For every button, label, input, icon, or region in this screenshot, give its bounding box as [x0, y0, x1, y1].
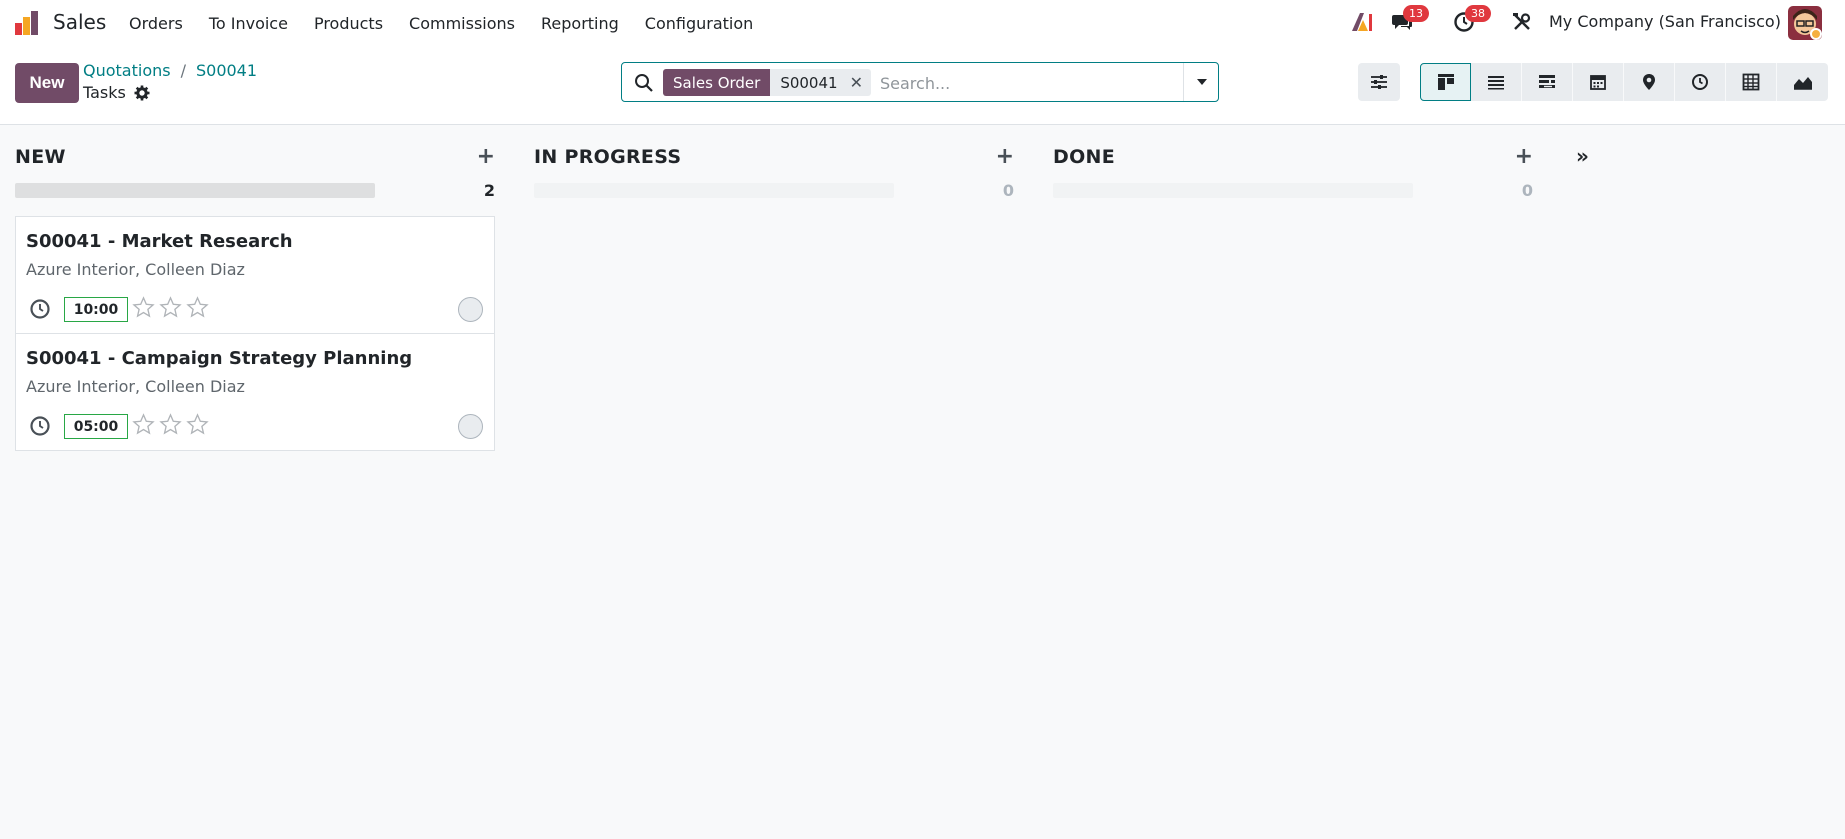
- pivot-table-icon: [1742, 73, 1760, 91]
- activity-clock-icon: [1692, 74, 1708, 90]
- gantt-view-icon: [1539, 75, 1555, 88]
- page-title: Tasks: [83, 83, 126, 102]
- view-graph-button[interactable]: [1777, 63, 1828, 101]
- card-title: S00041 - Campaign Strategy Planning: [26, 348, 413, 369]
- calendar-view-icon: [1590, 75, 1606, 90]
- star-icon[interactable]: [132, 296, 155, 319]
- view-map-button[interactable]: [1624, 63, 1675, 101]
- menu-products[interactable]: Products: [301, 14, 396, 33]
- column-count: 2: [483, 181, 495, 200]
- allocated-hours: 05:00: [64, 414, 128, 439]
- activity-schedule-icon[interactable]: [29, 415, 51, 437]
- priority-stars: [132, 296, 209, 319]
- view-activity-button[interactable]: [1675, 63, 1726, 101]
- column-progress-bar[interactable]: [1053, 183, 1413, 198]
- breadcrumb: Quotations / S00041: [83, 61, 257, 80]
- column-quick-create-button[interactable]: +: [996, 144, 1014, 169]
- column-quick-create-button[interactable]: +: [477, 144, 495, 169]
- menu-to-invoice[interactable]: To Invoice: [196, 14, 301, 33]
- menu-orders[interactable]: Orders: [116, 14, 196, 33]
- menu-configuration[interactable]: Configuration: [632, 14, 767, 33]
- facet-value: S00041: [780, 73, 838, 92]
- presence-status-icon: [1810, 28, 1822, 40]
- activities-badge: 38: [1465, 5, 1491, 22]
- facet-label: Sales Order: [663, 69, 771, 96]
- column-progress-bar[interactable]: [15, 183, 375, 198]
- star-icon[interactable]: [186, 296, 209, 319]
- view-switcher: [1420, 63, 1828, 101]
- sliders-icon: [1371, 75, 1387, 89]
- kanban-state-button[interactable]: [458, 297, 483, 322]
- kanban-board: NEW + 2 S00041 - Market Research Azure I…: [0, 125, 1845, 839]
- search-icon[interactable]: [634, 73, 654, 93]
- breadcrumb-separator: /: [180, 61, 186, 80]
- facet-remove-icon[interactable]: ✕: [850, 73, 863, 92]
- gear-icon[interactable]: [134, 85, 150, 101]
- view-calendar-button[interactable]: [1573, 63, 1624, 101]
- kanban-card[interactable]: S00041 - Campaign Strategy Planning Azur…: [15, 333, 495, 451]
- sales-app-logo[interactable]: [13, 9, 41, 37]
- column-progress-bar[interactable]: [534, 183, 894, 198]
- page-title-row: Tasks: [83, 83, 150, 102]
- column-header: NEW +: [15, 144, 495, 170]
- new-button[interactable]: New: [15, 63, 79, 103]
- kanban-state-button[interactable]: [458, 414, 483, 439]
- breadcrumb-order[interactable]: S00041: [196, 61, 257, 80]
- view-kanban-button[interactable]: [1420, 63, 1471, 101]
- search-input[interactable]: [880, 71, 1170, 95]
- company-switcher[interactable]: My Company (San Francisco): [1549, 12, 1781, 31]
- facet-value-wrap: S00041 ✕: [770, 69, 871, 96]
- activity-schedule-icon[interactable]: [29, 298, 51, 320]
- search-options-toggle[interactable]: [1183, 63, 1219, 101]
- list-view-icon: [1488, 76, 1504, 90]
- search-facet: Sales Order S00041 ✕: [663, 69, 871, 96]
- column-title[interactable]: NEW: [15, 146, 66, 168]
- column-quick-create-button[interactable]: +: [1515, 144, 1533, 169]
- menu-reporting[interactable]: Reporting: [528, 14, 632, 33]
- show-folded-columns-button[interactable]: »: [1576, 144, 1589, 168]
- column-header: DONE +: [1053, 144, 1533, 170]
- allocated-hours: 10:00: [64, 297, 128, 322]
- card-customer: Azure Interior, Colleen Diaz: [26, 260, 245, 279]
- caret-down-icon: [1196, 79, 1207, 85]
- view-list-button[interactable]: [1471, 63, 1522, 101]
- priority-stars: [132, 413, 209, 436]
- area-chart-icon: [1793, 77, 1812, 90]
- search-bar: Sales Order S00041 ✕: [621, 62, 1219, 102]
- kanban-card[interactable]: S00041 - Market Research Azure Interior,…: [15, 216, 495, 334]
- column-count: 0: [1521, 181, 1533, 200]
- control-panel: New Quotations / S00041 Tasks Sales Orde…: [0, 46, 1845, 125]
- column-title[interactable]: IN PROGRESS: [534, 146, 681, 168]
- activities-icon[interactable]: 38: [1451, 5, 1491, 35]
- view-gantt-button[interactable]: [1522, 63, 1573, 101]
- star-icon[interactable]: [159, 413, 182, 436]
- card-customer: Azure Interior, Colleen Diaz: [26, 377, 245, 396]
- star-icon[interactable]: [186, 413, 209, 436]
- menu-commissions[interactable]: Commissions: [396, 14, 528, 33]
- kanban-view-icon: [1437, 74, 1454, 90]
- star-icon[interactable]: [159, 296, 182, 319]
- debug-tools-icon[interactable]: [1509, 9, 1535, 35]
- column-title[interactable]: DONE: [1053, 146, 1115, 168]
- top-navbar: Sales Orders To Invoice Products Commiss…: [0, 0, 1845, 46]
- messages-icon[interactable]: 13: [1389, 5, 1429, 35]
- filter-options-button[interactable]: [1358, 63, 1400, 101]
- map-pin-icon: [1643, 74, 1655, 90]
- column-count: 0: [1002, 181, 1014, 200]
- breadcrumb-quotations[interactable]: Quotations: [83, 61, 171, 80]
- main-menu: Orders To Invoice Products Commissions R…: [116, 0, 766, 46]
- messages-badge: 13: [1403, 5, 1429, 22]
- app-name[interactable]: Sales: [53, 10, 106, 34]
- ai-assistant-icon[interactable]: [1349, 9, 1375, 35]
- star-icon[interactable]: [132, 413, 155, 436]
- column-header: IN PROGRESS +: [534, 144, 1014, 170]
- card-title: S00041 - Market Research: [26, 231, 293, 252]
- view-pivot-button[interactable]: [1726, 63, 1777, 101]
